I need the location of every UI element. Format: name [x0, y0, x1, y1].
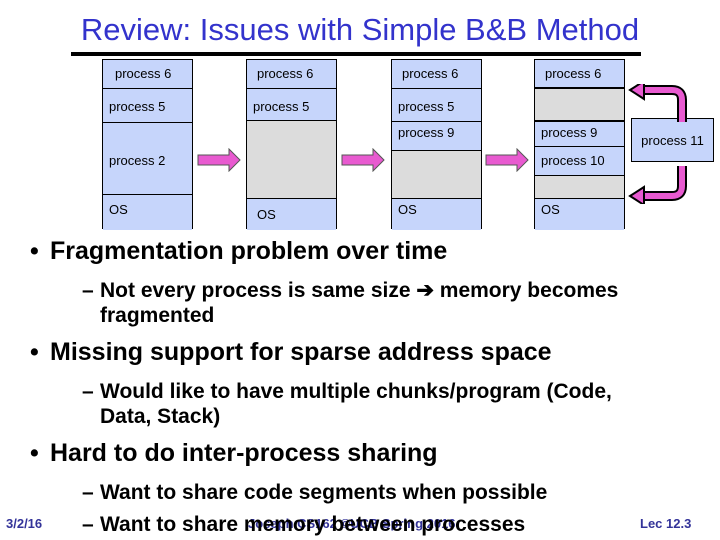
memory-segment: OS — [247, 199, 336, 230]
sub-bullet-dash: – — [82, 513, 94, 536]
right-arrow-icon — [485, 148, 529, 172]
curved-arrow-lower-icon — [628, 166, 687, 204]
title-underline — [71, 52, 641, 56]
slide-title: Review: Issues with Simple B&B Method — [80, 12, 640, 47]
memory-segment: OS — [535, 199, 624, 230]
memory-segment: process 10 — [535, 147, 624, 176]
right-arrow-icon — [341, 148, 385, 172]
memory-column-1: process 6 process 5 process 2 OS — [102, 59, 193, 230]
memory-segment: process 6 — [247, 60, 336, 89]
segment-label: process 5 — [398, 99, 455, 114]
sub-bullet-item: – Would like to have multiple chunks/prog… — [82, 379, 612, 429]
memory-column-4: process 6 process 9 process 10 OS — [534, 59, 625, 230]
sub-bullet-dash: – — [82, 380, 94, 403]
memory-hole — [535, 89, 624, 122]
footer-slide-number: Lec 12.3 — [640, 516, 692, 531]
memory-hole — [247, 121, 336, 199]
sub-bullet-text: Want to share memory between processes — [100, 513, 526, 536]
bullet-item: • Fragmentation problem over time — [30, 237, 447, 266]
memory-segment: process 6 — [392, 60, 481, 89]
segment-label: process 6 — [545, 66, 602, 81]
footer-date: 3/2/16 — [6, 516, 43, 531]
bullet-dot: • — [30, 338, 39, 366]
memory-segment: process 6 — [535, 60, 624, 89]
segment-label: OS — [541, 202, 560, 217]
segment-label: process 6 — [402, 66, 459, 81]
sub-bullet-text-cont: fragmented — [100, 304, 215, 327]
memory-segment: process 9 — [392, 122, 481, 151]
bullet-text: Hard to do inter-process sharing — [50, 439, 438, 467]
memory-segment: process 5 — [392, 89, 481, 122]
sub-bullet-text: Want to share code segments when possibl… — [100, 481, 548, 504]
segment-label: process 5 — [253, 99, 310, 114]
segment-label: process 6 — [115, 66, 172, 81]
sub-bullet-item: – Not every process is same size ➔ memory… — [82, 278, 618, 328]
bullet-item: • Hard to do inter-process sharing — [30, 439, 438, 468]
memory-segment: process 5 — [103, 89, 192, 123]
segment-label: OS — [257, 207, 276, 222]
segment-label: process 5 — [109, 99, 166, 114]
memory-column-2: process 6 process 5 OS — [246, 59, 337, 230]
memory-hole — [535, 176, 624, 199]
bullet-text: Fragmentation problem over time — [50, 237, 448, 265]
sub-bullet-item: – Want to share code segments when possib… — [82, 480, 547, 505]
memory-column-3: process 6 process 5 process 9 OS — [391, 59, 482, 230]
sub-bullet-dash: – — [82, 279, 94, 302]
sub-bullet-dash: – — [82, 481, 94, 504]
sub-bullet-item: – Want to share memory between processes — [82, 512, 525, 537]
memory-segment: process 5 — [247, 89, 336, 121]
memory-segment: OS — [103, 195, 192, 230]
bullet-dot: • — [30, 237, 39, 265]
segment-label: process 6 — [257, 66, 314, 81]
right-arrow-icon — [197, 148, 241, 172]
bullet-item: • Missing support for sparse address spac… — [30, 338, 552, 367]
memory-segment: process 6 — [103, 60, 192, 89]
segment-label: OS — [398, 202, 417, 217]
segment-label: process 9 — [541, 125, 598, 140]
bullet-text: Missing support for sparse address space — [50, 338, 552, 366]
segment-label: OS — [109, 202, 128, 217]
external-process-label: process 11 — [641, 132, 704, 148]
segment-label: process 9 — [398, 125, 455, 140]
external-process-box: process 11 — [631, 118, 714, 162]
sub-bullet-text: Not every process is same size ➔ memory … — [100, 279, 619, 302]
memory-segment: process 2 — [103, 123, 192, 195]
sub-bullet-text-cont: Data, Stack) — [100, 405, 221, 428]
segment-label: process 2 — [109, 153, 166, 168]
segment-label: process 10 — [541, 153, 605, 168]
memory-segment: OS — [392, 199, 481, 230]
sub-bullet-text: Would like to have multiple chunks/progr… — [100, 380, 612, 403]
curved-arrow-upper-icon — [628, 84, 687, 122]
bullet-dot: • — [30, 439, 39, 467]
memory-segment: process 9 — [535, 122, 624, 147]
memory-hole — [392, 151, 481, 199]
